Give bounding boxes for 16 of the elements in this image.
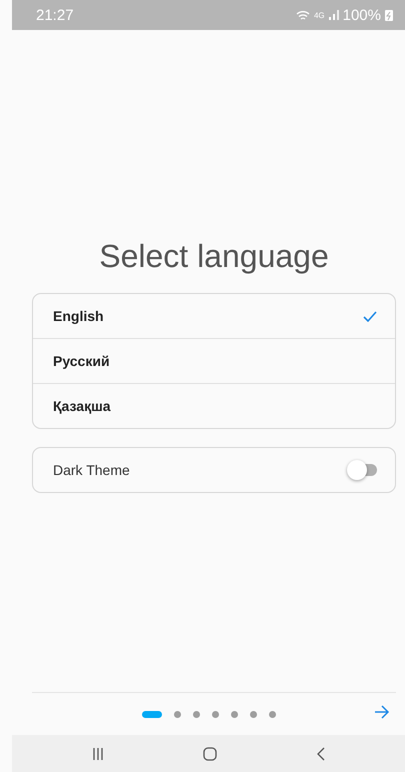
home-icon[interactable]	[203, 746, 218, 760]
language-option[interactable]: Русский	[33, 338, 395, 383]
recent-apps-icon[interactable]	[92, 748, 104, 760]
check-icon	[363, 310, 377, 322]
language-option[interactable]: English	[33, 294, 395, 338]
status-time: 21:27	[36, 6, 74, 24]
next-button[interactable]	[372, 703, 392, 721]
language-option[interactable]: Қазақша	[33, 383, 395, 428]
page-title: Select language	[98, 238, 330, 275]
network-type: 4G	[314, 10, 325, 20]
back-icon[interactable]	[317, 746, 326, 760]
battery-level: 100%	[342, 6, 381, 24]
battery-icon	[385, 9, 393, 21]
dark-theme-label: Dark Theme	[53, 462, 130, 478]
signal-icon	[328, 10, 339, 20]
wifi-icon	[296, 10, 310, 20]
